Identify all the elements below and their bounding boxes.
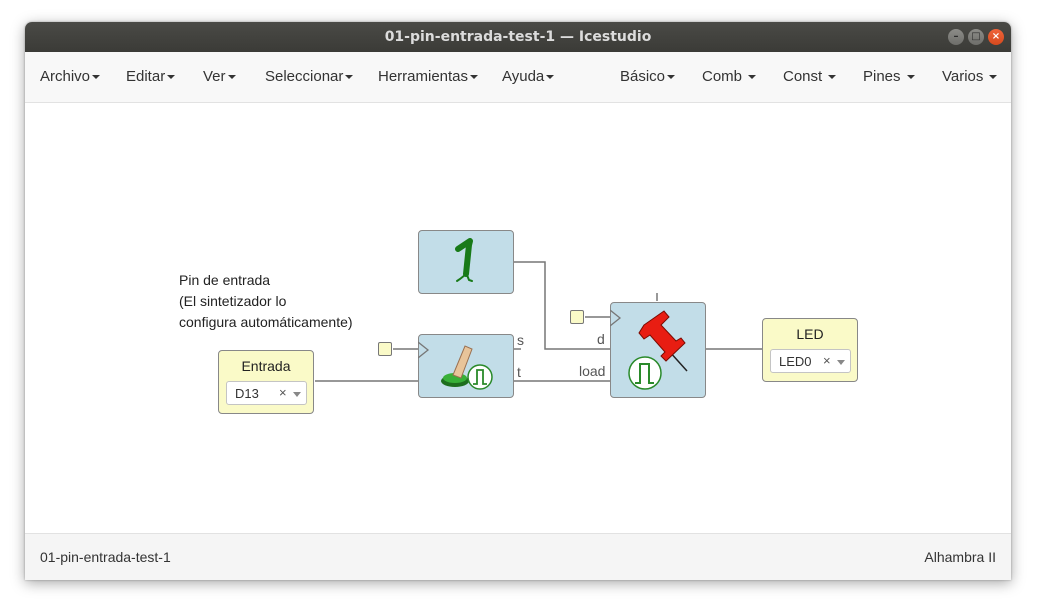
clock-port-triangle: [418, 341, 430, 359]
menu-ayuda[interactable]: Ayuda: [502, 52, 555, 102]
input-pin-value: D13: [235, 386, 259, 401]
clock-port-triangle: [610, 309, 622, 327]
minimize-button[interactable]: –: [948, 29, 964, 45]
button-block[interactable]: s t: [418, 332, 524, 398]
close-button[interactable]: ×: [988, 29, 1004, 45]
app-window: 01-pin-entrada-test-1 — Icestudio – □ × …: [25, 22, 1011, 580]
window-title: 01-pin-entrada-test-1 — Icestudio: [384, 29, 652, 45]
comment-text: Pin de entrada (El sintetizador lo confi…: [179, 272, 353, 330]
chevron-down-icon[interactable]: [293, 392, 301, 397]
push-button-icon: [441, 345, 493, 390]
pushpin-icon: [628, 310, 688, 390]
menu-bar: Archivo Editar Ver Seleccionar Herramien…: [25, 52, 1011, 103]
caret-down-icon: [748, 75, 757, 80]
menu-pines[interactable]: Pines: [863, 52, 915, 102]
clear-icon[interactable]: ×: [823, 353, 831, 368]
wires: [315, 261, 762, 382]
maximize-button[interactable]: □: [968, 29, 984, 45]
port-label-load: load: [579, 363, 606, 379]
caret-down-icon: [167, 75, 176, 80]
port-label-s: s: [517, 332, 524, 348]
clear-icon[interactable]: ×: [279, 385, 287, 400]
output-block-title: LED: [796, 326, 824, 342]
caret-down-icon: [546, 75, 555, 80]
input-block-entrada[interactable]: Entrada D13 ×: [218, 350, 314, 414]
caret-down-icon: [470, 75, 479, 80]
wire-const-d: [514, 261, 610, 350]
input-block-title: Entrada: [241, 358, 291, 374]
register-block[interactable]: d load: [579, 302, 706, 398]
caret-down-icon: [667, 75, 676, 80]
menu-const[interactable]: Const: [783, 52, 837, 102]
menu-seleccionar[interactable]: Seleccionar: [265, 52, 354, 102]
menu-herramientas[interactable]: Herramientas: [378, 52, 479, 102]
caret-down-icon: [345, 75, 354, 80]
port-label-t: t: [517, 364, 521, 380]
clock-input-box[interactable]: [378, 342, 392, 356]
design-canvas[interactable]: Pin de entrada (El sintetizador lo confi…: [25, 103, 1011, 533]
menu-ver[interactable]: Ver: [203, 52, 236, 102]
bit-one-icon: [455, 238, 473, 282]
title-bar: 01-pin-entrada-test-1 — Icestudio – □ ×: [25, 22, 1011, 52]
output-pin-select[interactable]: LED0 ×: [770, 349, 851, 373]
caret-down-icon: [92, 75, 101, 80]
menu-editar[interactable]: Editar: [126, 52, 176, 102]
menu-archivo[interactable]: Archivo: [40, 52, 101, 102]
menu-comb[interactable]: Comb: [702, 52, 757, 102]
chevron-down-icon[interactable]: [837, 360, 845, 365]
port-label-d: d: [597, 331, 605, 347]
caret-down-icon: [227, 75, 236, 80]
output-pin-value: LED0: [779, 354, 812, 369]
status-filename: 01-pin-entrada-test-1: [40, 549, 171, 565]
menu-basico[interactable]: Básico: [620, 52, 676, 102]
constant-block[interactable]: [418, 230, 514, 294]
clock-input-box[interactable]: [570, 310, 584, 324]
caret-down-icon: [828, 75, 837, 80]
menu-varios[interactable]: Varios: [942, 52, 998, 102]
input-pin-select[interactable]: D13 ×: [226, 381, 307, 405]
status-board[interactable]: Alhambra II: [924, 534, 996, 580]
caret-down-icon: [906, 75, 915, 80]
caret-down-icon: [989, 75, 998, 80]
status-bar: 01-pin-entrada-test-1 Alhambra II: [25, 533, 1011, 580]
output-block-led[interactable]: LED LED0 ×: [762, 318, 858, 382]
